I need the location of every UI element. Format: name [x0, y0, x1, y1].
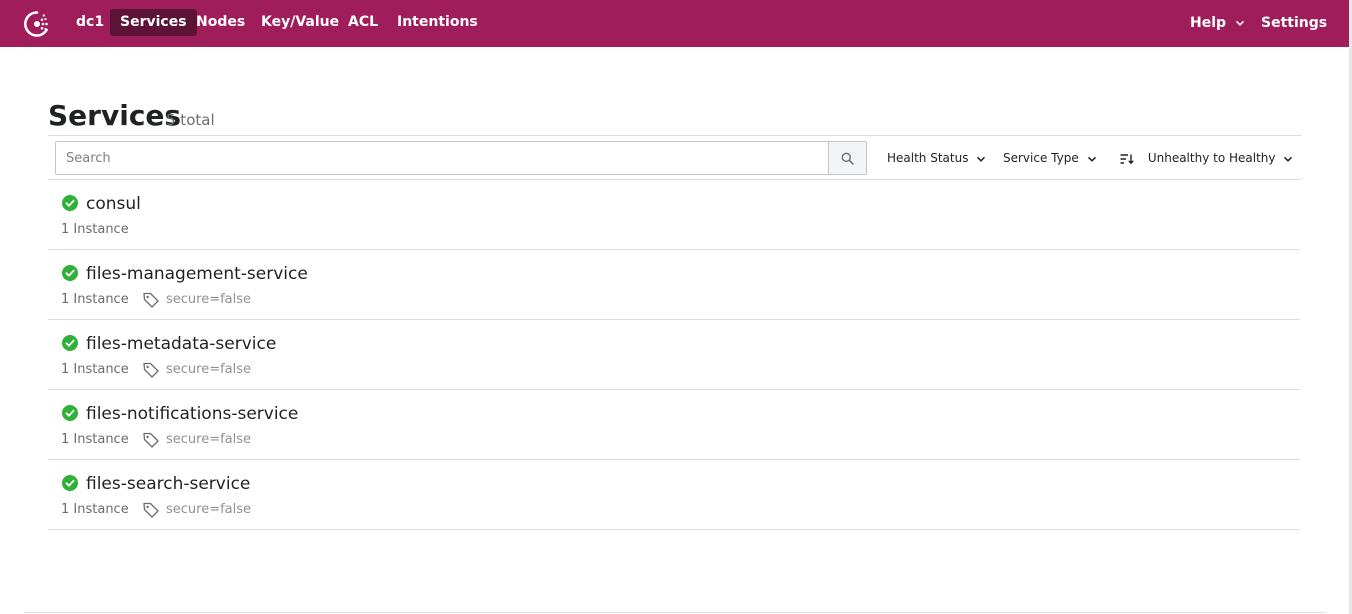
search-box [55, 141, 867, 175]
service-name[interactable]: consul [86, 193, 141, 215]
nav-item-acl[interactable]: ACL [338, 9, 388, 36]
search-input[interactable] [56, 142, 828, 174]
service-tag: secure=false [166, 502, 252, 517]
instance-count: 1 Instance [61, 502, 129, 517]
tag-icon [143, 502, 159, 518]
service-name[interactable]: files-management-service [86, 263, 308, 285]
chevron-down-icon [1284, 156, 1293, 162]
check-circle-icon [62, 265, 78, 281]
service-name[interactable]: files-notifications-service [86, 403, 298, 425]
settings-link[interactable]: Settings [1261, 10, 1327, 37]
search-icon [841, 152, 854, 165]
service-tag: secure=false [166, 432, 252, 447]
chevron-down-icon [1087, 156, 1096, 162]
service-name[interactable]: files-metadata-service [86, 333, 276, 355]
footer-divider [24, 612, 1325, 613]
service-type-label: Service Type [1003, 151, 1079, 165]
filter-bar: Health Status Service Type Unhealthy to … [48, 135, 1301, 180]
sort-dropdown[interactable]: Unhealthy to Healthy [1120, 149, 1293, 167]
service-count: 5 total [166, 111, 215, 129]
sort-icon [1120, 153, 1134, 164]
service-tag: secure=false [166, 362, 252, 377]
datacenter-selector[interactable]: dc1 [66, 9, 114, 36]
nav-item-nodes[interactable]: Nodes [186, 9, 255, 36]
list-item[interactable]: files-metadata-service 1 Instance secure… [48, 320, 1300, 390]
consul-logo-icon[interactable] [22, 9, 52, 39]
instance-count: 1 Instance [61, 362, 129, 377]
instance-count: 1 Instance [61, 222, 129, 237]
sort-label: Unhealthy to Healthy [1147, 151, 1276, 165]
help-label: Help [1190, 15, 1227, 31]
service-tag: secure=false [166, 292, 252, 307]
service-name[interactable]: files-search-service [86, 473, 250, 495]
search-button[interactable] [828, 142, 866, 174]
nav-item-services[interactable]: Services [110, 9, 197, 36]
tag-icon [143, 432, 159, 448]
list-item[interactable]: files-search-service 1 Instance secure=f… [48, 460, 1300, 530]
health-status-filter[interactable]: Health Status [887, 149, 986, 167]
tag-icon [143, 362, 159, 378]
check-circle-icon [62, 475, 78, 491]
service-list: consul 1 Instance files-management-servi… [48, 180, 1300, 530]
check-circle-icon [62, 405, 78, 421]
help-menu[interactable]: Help [1190, 10, 1245, 37]
check-circle-icon [62, 335, 78, 351]
list-item[interactable]: files-notifications-service 1 Instance s… [48, 390, 1300, 460]
list-item[interactable]: consul 1 Instance [48, 180, 1300, 250]
nav-item-intentions[interactable]: Intentions [387, 9, 488, 36]
instance-count: 1 Instance [61, 432, 129, 447]
chevron-down-icon [1235, 20, 1244, 26]
tag-icon [143, 292, 159, 308]
health-status-label: Health Status [887, 151, 969, 165]
chevron-down-icon [977, 156, 986, 162]
page-title: Services [48, 99, 182, 132]
list-item[interactable]: files-management-service 1 Instance secu… [48, 250, 1300, 320]
top-navigation: dc1 Services Nodes Key/Value ACL Intenti… [0, 0, 1349, 47]
nav-item-key-value[interactable]: Key/Value [251, 9, 349, 36]
check-circle-icon [62, 195, 78, 211]
service-type-filter[interactable]: Service Type [1003, 149, 1097, 167]
instance-count: 1 Instance [61, 292, 129, 307]
